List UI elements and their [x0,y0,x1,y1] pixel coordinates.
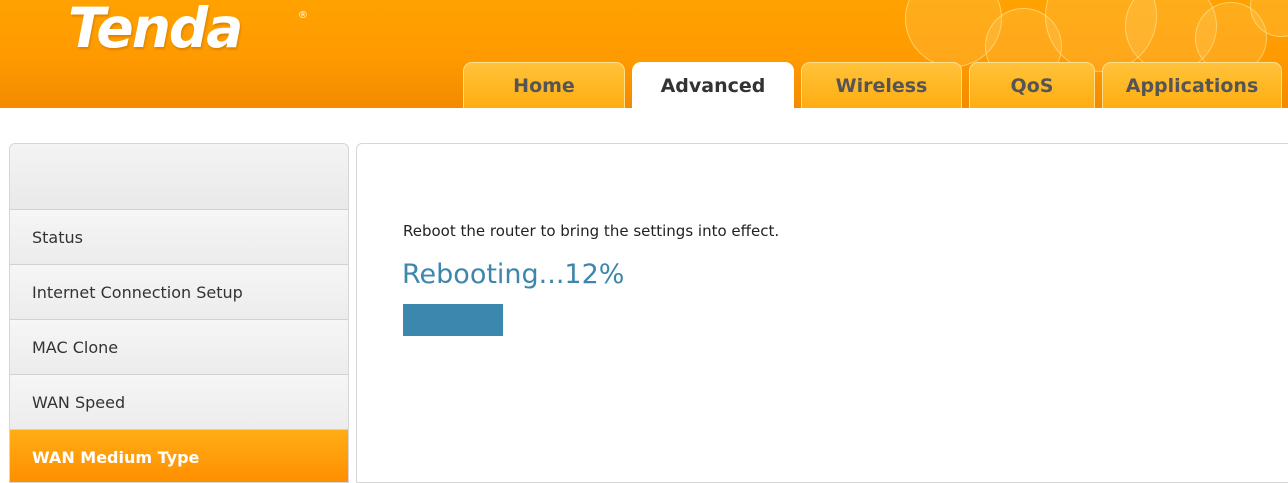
tab-label: Applications [1125,75,1259,97]
sidebar-item-wan-medium-type[interactable]: WAN Medium Type [10,430,348,482]
tab-label: Home [513,75,575,97]
tab-advanced[interactable]: Advanced [632,62,794,108]
reboot-progress-bar [403,304,1236,336]
reboot-status-text: Rebooting...12% [402,259,625,290]
tenda-logo: Tenda [68,0,243,60]
tab-label: Wireless [835,75,928,97]
tab-applications[interactable]: Applications [1102,62,1282,108]
header-bar: Tenda ® Home Advanced Wireless QoS Appli… [0,0,1288,108]
tab-home[interactable]: Home [463,62,625,108]
sidebar-item-label: Internet Connection Setup [32,283,243,302]
tab-wireless[interactable]: Wireless [801,62,962,108]
sidebar-item-label: Status [32,228,83,247]
sidebar-header [10,144,348,210]
sidebar-item-wan-speed[interactable]: WAN Speed [10,375,348,430]
sidebar-menu: Status Internet Connection Setup MAC Clo… [9,143,349,483]
sidebar-item-internet-connection-setup[interactable]: Internet Connection Setup [10,265,348,320]
tab-qos[interactable]: QoS [969,62,1095,108]
sidebar-item-label: WAN Medium Type [32,448,200,467]
progress-fill [403,304,503,336]
tab-label: Advanced [660,75,766,97]
tab-label: QoS [1010,75,1054,97]
sidebar-item-label: WAN Speed [32,393,126,412]
registered-mark: ® [298,10,308,21]
sidebar-item-label: MAC Clone [32,338,119,357]
reboot-message: Reboot the router to bring the settings … [403,222,780,240]
sidebar-item-mac-clone[interactable]: MAC Clone [10,320,348,375]
sidebar-item-status[interactable]: Status [10,210,348,265]
